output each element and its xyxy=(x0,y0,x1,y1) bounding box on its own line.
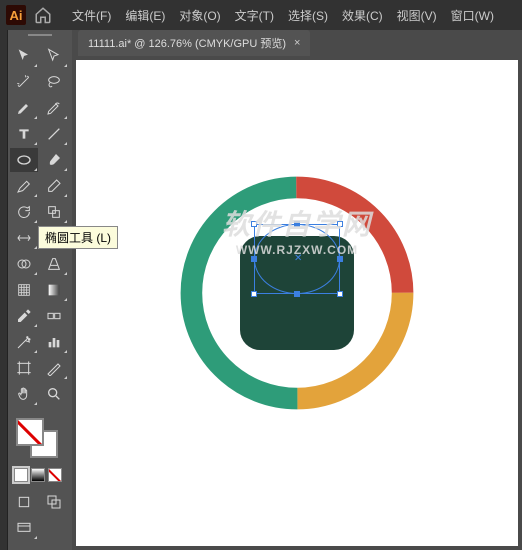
rotate-tool[interactable] xyxy=(10,200,38,224)
width-tool[interactable] xyxy=(10,226,38,250)
center-point: ✕ xyxy=(294,256,300,262)
draw-normal[interactable] xyxy=(10,490,38,514)
app-logo: Ai xyxy=(6,5,26,25)
menu-type[interactable]: 文字(T) xyxy=(229,3,280,28)
workspace: 椭圆工具 (L) 11111.ai* @ 126.76% (CMYK/GPU 预… xyxy=(0,30,522,550)
pen-tool[interactable] xyxy=(10,96,38,120)
anchor-t[interactable] xyxy=(295,222,300,227)
magic-wand-tool[interactable] xyxy=(10,70,38,94)
artboard-tool[interactable] xyxy=(10,356,38,380)
eyedropper-tool[interactable] xyxy=(10,304,38,328)
mesh-tool[interactable] xyxy=(10,278,38,302)
color-mode-none[interactable] xyxy=(48,468,62,482)
menu-file[interactable]: 文件(F) xyxy=(66,3,117,28)
slice-tool[interactable] xyxy=(40,356,68,380)
ellipse-tool[interactable] xyxy=(10,148,38,172)
paintbrush-tool[interactable] xyxy=(40,148,68,172)
menu-view[interactable]: 视图(V) xyxy=(391,3,443,28)
document-tab-label: 11111.ai* @ 126.76% (CMYK/GPU 预览) xyxy=(88,35,286,51)
blank-tool xyxy=(40,516,68,540)
menu-window[interactable]: 窗口(W) xyxy=(445,3,500,28)
screen-mode[interactable] xyxy=(10,516,38,540)
eraser-tool[interactable] xyxy=(40,174,68,198)
anchor-r[interactable] xyxy=(337,257,342,262)
fill-swatch[interactable] xyxy=(16,418,44,446)
home-icon[interactable] xyxy=(34,6,52,24)
scale-tool[interactable] xyxy=(40,200,68,224)
handle-tr[interactable] xyxy=(337,221,343,227)
close-icon[interactable]: × xyxy=(294,37,300,49)
column-graph-tool[interactable] xyxy=(40,330,68,354)
handle-bl[interactable] xyxy=(251,291,257,297)
gradient-tool[interactable] xyxy=(40,278,68,302)
menu-object[interactable]: 对象(O) xyxy=(173,3,226,28)
line-tool[interactable] xyxy=(40,122,68,146)
curvature-tool[interactable] xyxy=(40,96,68,120)
anchor-l[interactable] xyxy=(252,257,257,262)
shaper-tool[interactable] xyxy=(10,174,38,198)
document-tabs: 11111.ai* @ 126.76% (CMYK/GPU 预览) × xyxy=(72,30,522,56)
handle-tl[interactable] xyxy=(251,221,257,227)
selected-ellipse[interactable]: ✕ xyxy=(254,224,340,294)
menubar: 文件(F) 编辑(E) 对象(O) 文字(T) 选择(S) 效果(C) 视图(V… xyxy=(66,3,500,28)
toolbox-grip[interactable] xyxy=(10,34,70,42)
type-tool[interactable] xyxy=(10,122,38,146)
menu-edit[interactable]: 编辑(E) xyxy=(119,3,171,28)
canvas-wrap: ✕ 软件自学网 WWW.RJZXW.COM xyxy=(72,56,522,550)
symbol-sprayer-tool[interactable] xyxy=(10,330,38,354)
document-area: 11111.ai* @ 126.76% (CMYK/GPU 预览) × xyxy=(72,30,522,550)
menu-effect[interactable]: 效果(C) xyxy=(336,3,389,28)
document-tab[interactable]: 11111.ai* @ 126.76% (CMYK/GPU 预览) × xyxy=(78,30,310,56)
menu-select[interactable]: 选择(S) xyxy=(282,3,334,28)
tooltip-ellipse: 椭圆工具 (L) xyxy=(38,226,118,249)
handle-br[interactable] xyxy=(337,291,343,297)
color-mode-solid[interactable] xyxy=(14,468,28,482)
lasso-tool[interactable] xyxy=(40,70,68,94)
canvas[interactable]: ✕ 软件自学网 WWW.RJZXW.COM xyxy=(76,60,518,546)
shape-builder-tool[interactable] xyxy=(10,252,38,276)
draw-behind[interactable] xyxy=(40,490,68,514)
fill-stroke-swatch[interactable] xyxy=(10,416,70,464)
zoom-tool[interactable] xyxy=(40,382,68,406)
selection-tool[interactable] xyxy=(10,44,38,68)
perspective-tool[interactable] xyxy=(40,252,68,276)
toolbox: 椭圆工具 (L) xyxy=(8,30,72,550)
direct-selection-tool[interactable] xyxy=(40,44,68,68)
hand-tool[interactable] xyxy=(10,382,38,406)
color-mode-gradient[interactable] xyxy=(31,468,45,482)
blend-tool[interactable] xyxy=(40,304,68,328)
panel-edge[interactable] xyxy=(0,30,8,550)
titlebar: Ai 文件(F) 编辑(E) 对象(O) 文字(T) 选择(S) 效果(C) 视… xyxy=(0,0,522,30)
anchor-b[interactable] xyxy=(295,291,300,296)
